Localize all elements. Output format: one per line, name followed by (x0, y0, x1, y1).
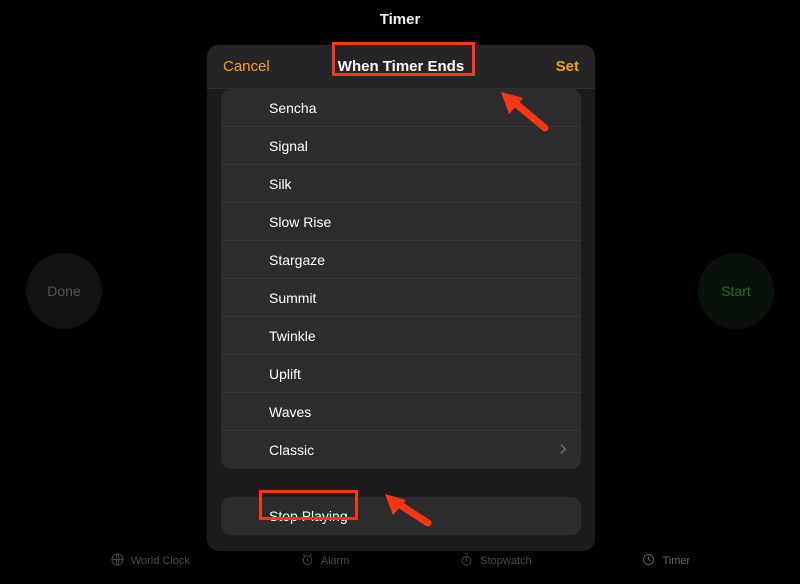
tab-alarm[interactable]: Alarm (300, 552, 350, 570)
tab-stopwatch[interactable]: Stopwatch (459, 552, 531, 570)
sound-label: Classic (269, 442, 314, 458)
sound-row[interactable]: Signal (221, 127, 581, 165)
sound-row[interactable]: Silk (221, 165, 581, 203)
sound-label: Signal (269, 138, 308, 154)
when-timer-ends-sheet: Cancel When Timer Ends Set SenchaSignalS… (207, 45, 595, 551)
set-button[interactable]: Set (556, 58, 579, 75)
sound-label: Twinkle (269, 328, 316, 344)
sound-label: Slow Rise (269, 214, 331, 230)
tab-world-clock[interactable]: World Clock (110, 552, 190, 570)
tab-label: Stopwatch (480, 555, 531, 567)
tab-label: Alarm (321, 555, 350, 567)
tab-label: Timer (662, 555, 690, 567)
sound-row[interactable]: Uplift (221, 355, 581, 393)
sound-row[interactable]: Twinkle (221, 317, 581, 355)
stop-playing-row[interactable]: Stop Playing (221, 497, 581, 535)
sound-label: Sencha (269, 100, 316, 116)
stop-playing-block[interactable]: Stop Playing (221, 497, 581, 535)
cancel-button[interactable]: Cancel (223, 58, 270, 75)
sound-row[interactable]: Slow Rise (221, 203, 581, 241)
sound-list[interactable]: Sencha Signal Silk Slow Rise Stargaze Summit T… (221, 89, 581, 469)
page-title: Timer (0, 11, 800, 28)
sound-label: Uplift (269, 366, 301, 382)
sound-row[interactable]: Stargaze (221, 241, 581, 279)
alarm-icon (300, 552, 315, 570)
tab-timer[interactable]: Timer (641, 552, 690, 570)
sheet-header: Cancel When Timer Ends Set (207, 45, 595, 89)
sound-label: Stargaze (269, 252, 325, 268)
start-button[interactable]: Start (698, 253, 774, 329)
sheet-body: Sencha Signal Silk Slow Rise Stargaze Summit T… (207, 89, 595, 551)
tab-label: World Clock (131, 555, 190, 567)
globe-icon (110, 552, 125, 570)
chevron-right-icon (559, 442, 567, 458)
start-button-label: Start (721, 283, 751, 299)
stopwatch-icon (459, 552, 474, 570)
done-button[interactable]: Done (26, 253, 102, 329)
sound-label: Summit (269, 290, 316, 306)
sound-label: Waves (269, 404, 311, 420)
sound-label: Silk (269, 176, 292, 192)
done-button-label: Done (47, 283, 80, 299)
timer-icon (641, 552, 656, 570)
stop-playing-label: Stop Playing (269, 508, 348, 524)
sound-row[interactable]: Waves (221, 393, 581, 431)
sound-row[interactable]: Sencha (221, 89, 581, 127)
sound-row[interactable]: Classic (221, 431, 581, 469)
sound-row[interactable]: Summit (221, 279, 581, 317)
